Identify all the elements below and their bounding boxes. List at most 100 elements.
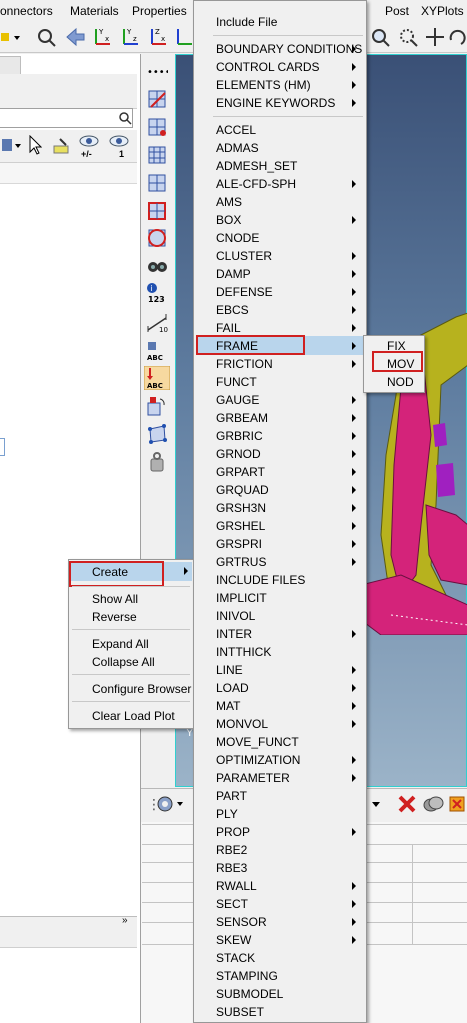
menu-item-cluster[interactable]: CLUSTER: [216, 249, 272, 263]
surfaces-icon[interactable]: [422, 793, 444, 815]
cursor-icon[interactable]: [28, 135, 42, 155]
submenu-item-nod[interactable]: NOD: [387, 375, 414, 389]
menu-item-rbe3[interactable]: RBE3: [216, 861, 247, 875]
browser-search-input[interactable]: [0, 108, 133, 128]
mesh-grid-icon[interactable]: [146, 144, 168, 166]
axis-yz-icon[interactable]: Yz: [120, 26, 142, 48]
menu-item-sensor[interactable]: SENSOR: [216, 915, 267, 929]
menu-item-optimization[interactable]: OPTIMIZATION: [216, 753, 300, 767]
menu-item-mat[interactable]: MAT: [216, 699, 240, 713]
abc-icon[interactable]: ABC: [146, 340, 168, 362]
menu-item-damp[interactable]: DAMP: [216, 267, 251, 281]
binoculars-icon[interactable]: [146, 254, 168, 276]
view-dropdown-icon[interactable]: [2, 136, 22, 156]
menu-item-load[interactable]: LOAD: [216, 681, 249, 695]
collapse-chevron-icon[interactable]: »: [122, 915, 128, 926]
menu-item-parameter[interactable]: PARAMETER: [216, 771, 290, 785]
distance-icon[interactable]: 10: [146, 312, 168, 334]
axis-yx-icon[interactable]: Yx: [92, 26, 114, 48]
menu-item-admesh-set[interactable]: ADMESH_SET: [216, 159, 297, 173]
mesh-circle-icon[interactable]: [146, 227, 168, 249]
menu-item-grquad[interactable]: GRQUAD: [216, 483, 269, 497]
menu-properties[interactable]: Properties: [132, 4, 187, 18]
menu-item-intthick[interactable]: INTTHICK: [216, 645, 271, 659]
axis-zx-icon[interactable]: Zx: [148, 26, 170, 48]
menu-item-include-files[interactable]: INCLUDE FILES: [216, 573, 305, 587]
zoom-icon[interactable]: [35, 26, 57, 48]
menu-item-grbeam[interactable]: GRBEAM: [216, 411, 268, 425]
menu-item-fail[interactable]: FAIL: [216, 321, 241, 335]
menu-item-rwall[interactable]: RWALL: [216, 879, 257, 893]
menu-xyplots[interactable]: XYPlots: [421, 4, 464, 18]
menu-item-skew[interactable]: SKEW: [216, 933, 251, 947]
menu-item-grpart[interactable]: GRPART: [216, 465, 265, 479]
magnify-icon[interactable]: [369, 26, 391, 48]
ctx-item-show-all[interactable]: Show All: [92, 592, 138, 606]
highlight-icon[interactable]: [52, 136, 72, 156]
menu-item-control-cards[interactable]: CONTROL CARDS: [216, 60, 320, 74]
menu-post[interactable]: Post: [385, 4, 409, 18]
menu-item-sect[interactable]: SECT: [216, 897, 248, 911]
menu-connectors[interactable]: onnectors: [0, 4, 53, 18]
menu-item-submodel[interactable]: SUBMODEL: [216, 987, 283, 1001]
menu-item-gauge[interactable]: GAUGE: [216, 393, 259, 407]
menu-item-inter[interactable]: INTER: [216, 627, 252, 641]
mesh-plain-icon[interactable]: [146, 172, 168, 194]
menu-item-elements-hm[interactable]: ELEMENTS (HM): [216, 78, 311, 92]
ctx-item-clear-load-plot[interactable]: Clear Load Plot: [92, 709, 175, 723]
menu-item-engine-keywords[interactable]: ENGINE KEYWORDS: [216, 96, 335, 110]
mesh-box-icon[interactable]: [146, 200, 168, 222]
menu-item-defense[interactable]: DEFENSE: [216, 285, 273, 299]
menu-item-monvol[interactable]: MONVOL: [216, 717, 268, 731]
dropdown-arrow-icon[interactable]: [370, 793, 382, 815]
menu-item-include-file[interactable]: Include File: [216, 15, 277, 29]
arrow-left-icon[interactable]: [64, 26, 86, 48]
menu-item-admas[interactable]: ADMAS: [216, 141, 259, 155]
menu-item-cnode[interactable]: CNODE: [216, 231, 259, 245]
menu-item-line[interactable]: LINE: [216, 663, 243, 677]
pan-icon[interactable]: [424, 26, 446, 48]
search-icon[interactable]: [118, 111, 132, 125]
menu-item-rbe2[interactable]: RBE2: [216, 843, 247, 857]
menu-materials[interactable]: Materials: [70, 4, 119, 18]
menu-item-inivol[interactable]: INIVOL: [216, 609, 255, 623]
info-123-icon[interactable]: i 123: [146, 282, 168, 304]
menu-item-box[interactable]: BOX: [216, 213, 241, 227]
menu-item-prop[interactable]: PROP: [216, 825, 250, 839]
browser-collapse-bar[interactable]: »: [0, 915, 137, 929]
ctx-item-expand-all[interactable]: Expand All: [92, 637, 149, 651]
menu-item-ale-cfd-sph[interactable]: ALE-CFD-SPH: [216, 177, 296, 191]
menu-item-grtrus[interactable]: GRTRUS: [216, 555, 266, 569]
reject-icon[interactable]: [448, 793, 467, 815]
menu-item-grspri[interactable]: GRSPRI: [216, 537, 262, 551]
menu-item-part[interactable]: PART: [216, 789, 247, 803]
menu-item-grsh3n[interactable]: GRSH3N: [216, 501, 266, 515]
menu-item-accel[interactable]: ACCEL: [216, 123, 256, 137]
eye-isolate-icon[interactable]: [108, 132, 130, 150]
color-mode-icon[interactable]: [0, 26, 22, 48]
menu-item-boundary-conditions[interactable]: BOUNDARY CONDITIONS: [216, 42, 362, 56]
menu-item-grshel[interactable]: GRSHEL: [216, 519, 265, 533]
mesh-check-icon[interactable]: [146, 116, 168, 138]
ctx-item-configure-browser[interactable]: Configure Browser: [92, 682, 191, 696]
load-abc-icon[interactable]: ABC: [144, 366, 170, 390]
menu-item-grnod[interactable]: GRNOD: [216, 447, 261, 461]
ctx-item-collapse-all[interactable]: Collapse All: [92, 655, 155, 669]
menu-item-grbric[interactable]: GRBRIC: [216, 429, 263, 443]
menu-item-stack[interactable]: STACK: [216, 951, 255, 965]
menu-item-implicit[interactable]: IMPLICIT: [216, 591, 267, 605]
menu-item-ebcs[interactable]: EBCS: [216, 303, 249, 317]
menu-item-ply[interactable]: PLY: [216, 807, 238, 821]
plot-icon[interactable]: [146, 395, 168, 417]
browser-tab[interactable]: [0, 56, 21, 76]
rotate-icon[interactable]: [447, 26, 467, 48]
magnify-dotted-icon[interactable]: [397, 26, 419, 48]
menu-item-subset[interactable]: SUBSET: [216, 1005, 264, 1019]
selection-box-icon[interactable]: [146, 423, 168, 445]
weight-icon[interactable]: [146, 451, 168, 473]
menu-item-funct[interactable]: FUNCT: [216, 375, 257, 389]
gear-dropdown-icon[interactable]: ⋮: [147, 793, 187, 815]
menu-item-friction[interactable]: FRICTION: [216, 357, 273, 371]
menu-item-ams[interactable]: AMS: [216, 195, 242, 209]
ctx-item-reverse[interactable]: Reverse: [92, 610, 137, 624]
